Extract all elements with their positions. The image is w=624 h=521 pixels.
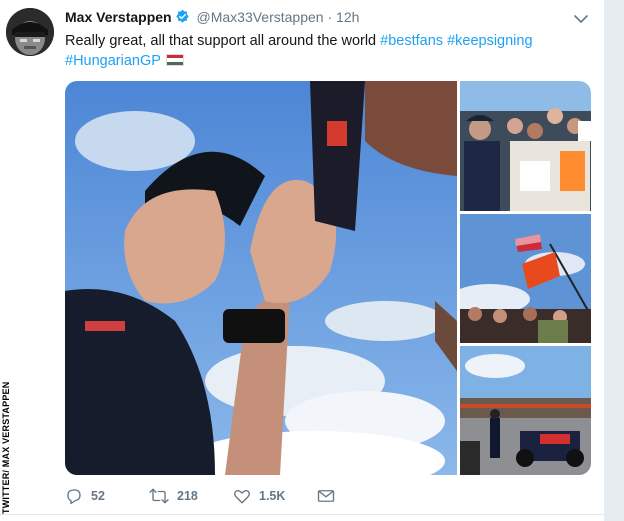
thumbnail-image-2 xyxy=(460,214,591,343)
direct-message-button[interactable] xyxy=(317,486,343,506)
thumbnail-image-1 xyxy=(460,81,591,211)
photo-credit: TWITTER/ MAX VERSTAPPEN xyxy=(1,378,13,518)
hungary-flag-icon xyxy=(165,54,184,66)
avatar[interactable] xyxy=(6,8,54,56)
timestamp[interactable]: 12h xyxy=(336,9,359,25)
hashtag-link[interactable]: #HungarianGP xyxy=(65,53,161,69)
avatar-image xyxy=(6,8,54,56)
reply-button[interactable]: 52 xyxy=(65,486,105,506)
user-handle[interactable]: @Max33Verstappen xyxy=(197,9,324,25)
hashtag-link[interactable]: #keepsigning xyxy=(447,33,532,49)
chevron-down-icon[interactable] xyxy=(572,10,590,28)
verified-badge-icon xyxy=(175,9,189,23)
photo-credit-text: TWITTER/ MAX VERSTAPPEN xyxy=(1,381,11,514)
reply-icon xyxy=(67,489,81,505)
thumbnail-photo-3[interactable] xyxy=(460,346,591,475)
retweet-count: 218 xyxy=(177,489,198,503)
display-name[interactable]: Max Verstappen xyxy=(65,9,172,25)
main-photo[interactable] xyxy=(65,81,457,475)
tweet-divider xyxy=(0,514,604,515)
like-icon xyxy=(234,489,250,504)
main-photo-image xyxy=(65,81,457,475)
like-button[interactable]: 1.5K xyxy=(233,486,285,506)
message-icon xyxy=(317,490,335,502)
hashtag-link[interactable]: #bestfans xyxy=(380,33,443,49)
tweet-header: Max Verstappen @Max33Verstappen · 12h xyxy=(65,9,585,29)
thumbnail-photo-2[interactable] xyxy=(460,214,591,343)
like-count: 1.5K xyxy=(259,489,286,503)
retweet-icon xyxy=(149,488,169,504)
tweet-body-text: Really great, all that support all aroun… xyxy=(65,33,381,49)
thumbnail-image-3 xyxy=(460,346,591,475)
separator-dot: · xyxy=(327,9,333,25)
retweet-button[interactable]: 218 xyxy=(149,486,198,506)
reply-count: 52 xyxy=(91,489,105,503)
media-grid xyxy=(65,81,591,475)
page-gutter xyxy=(604,0,624,521)
tweet-text: Really great, all that support all aroun… xyxy=(65,31,595,71)
thumbnail-photo-1[interactable] xyxy=(460,81,591,211)
